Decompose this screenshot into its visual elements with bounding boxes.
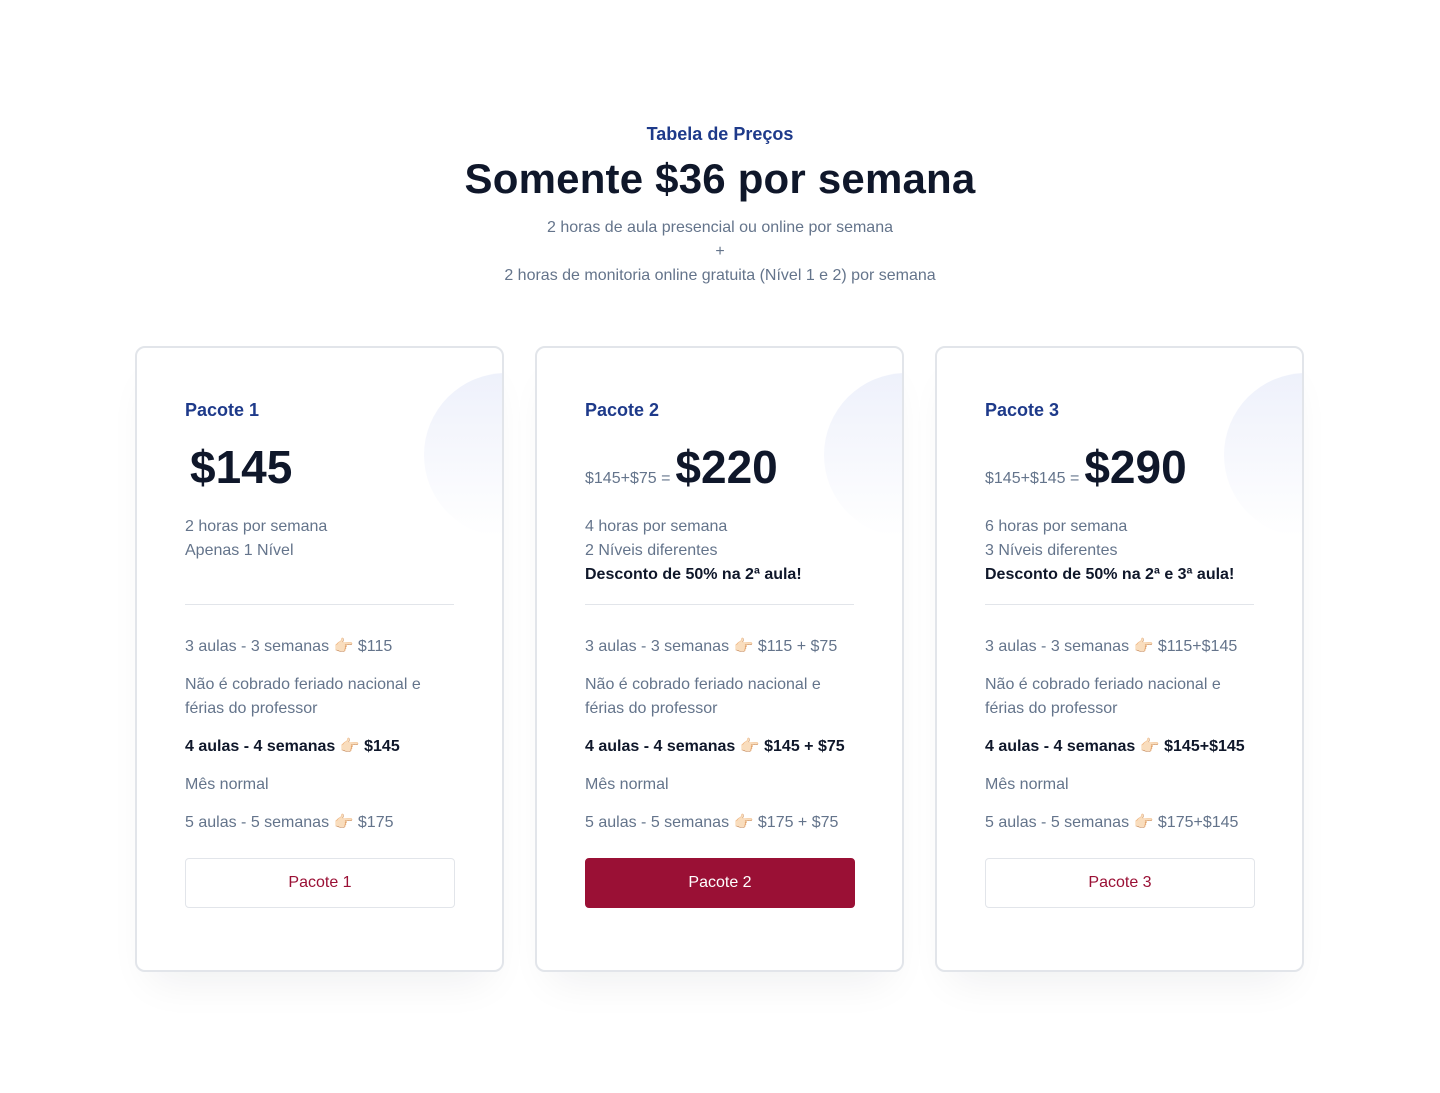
feature-item: Não é cobrado feriado nacional e férias … [185, 676, 421, 717]
select-pacote-3-button[interactable]: Pacote 3 [985, 858, 1255, 908]
subtitle-line-1: 2 horas de aula presencial ou online por… [546, 219, 893, 236]
plan-description-line-1: 2 horas por semana [185, 518, 328, 535]
plan-price: $290 [1084, 441, 1187, 493]
feature-item: 5 aulas - 5 semanas 👉🏻 $175+$145 [985, 814, 1239, 831]
feature-item: Não é cobrado feriado nacional e férias … [985, 676, 1221, 717]
plan-discount: Desconto de 50% na 2ª e 3ª aula! [985, 566, 1235, 583]
plan-description: 6 horas por semana 3 Níveis diferentes D… [985, 515, 1254, 587]
plan-price: $220 [675, 441, 778, 493]
price-row: $145 [185, 439, 454, 495]
page-title: Somente $36 por semana [464, 155, 976, 202]
divider [985, 604, 1254, 605]
plan-description-line-1: 6 horas por semana [985, 518, 1128, 535]
plan-discount: Desconto de 50% na 2ª aula! [585, 566, 802, 583]
plan-description-line-2: Apenas 1 Nível [185, 542, 294, 559]
pricing-card-pacote-2: Pacote 2 $145+$75 = $220 4 horas por sem… [535, 346, 904, 972]
plan-description-line-2: 2 Níveis diferentes [585, 542, 718, 559]
feature-item-highlight: 4 aulas - 4 semanas 👉🏻 $145+$145 [985, 738, 1245, 755]
feature-item: Mês normal [985, 776, 1069, 793]
subtitle-line-2: + [715, 243, 725, 260]
section-subtitle: 2 horas de aula presencial ou online por… [0, 216, 1440, 288]
feature-list: 3 aulas - 3 semanas 👉🏻 $115 + $75 Não é … [585, 635, 854, 835]
section-eyebrow: Tabela de Preços [646, 124, 794, 144]
plan-description: 2 horas por semana Apenas 1 Nível [185, 515, 454, 587]
plan-description-line-2: 3 Níveis diferentes [985, 542, 1118, 559]
divider [585, 604, 854, 605]
feature-list: 3 aulas - 3 semanas 👉🏻 $115 Não é cobrad… [185, 635, 454, 835]
pricing-header: Tabela de Preços Somente $36 por semana … [0, 0, 1440, 288]
subtitle-line-3: 2 horas de monitoria online gratuita (Ní… [504, 267, 936, 284]
plan-description: 4 horas por semana 2 Níveis diferentes D… [585, 515, 854, 587]
feature-item-highlight: 4 aulas - 4 semanas 👉🏻 $145 [185, 738, 400, 755]
feature-list: 3 aulas - 3 semanas 👉🏻 $115+$145 Não é c… [985, 635, 1254, 835]
price-prefix: $145+$75 = [585, 470, 671, 487]
feature-item-highlight: 4 aulas - 4 semanas 👉🏻 $145 + $75 [585, 738, 845, 755]
select-pacote-2-button[interactable]: Pacote 2 [585, 858, 855, 908]
pricing-card-pacote-3: Pacote 3 $145+$145 = $290 6 horas por se… [935, 346, 1304, 972]
price-row: $145+$75 = $220 [585, 439, 854, 495]
plan-name: Pacote 3 [985, 400, 1060, 420]
feature-item: 3 aulas - 3 semanas 👉🏻 $115 + $75 [585, 638, 838, 655]
select-pacote-1-button[interactable]: Pacote 1 [185, 858, 455, 908]
feature-item: 5 aulas - 5 semanas 👉🏻 $175 + $75 [585, 814, 839, 831]
plan-description-line-1: 4 horas por semana [585, 518, 728, 535]
price-prefix: $145+$145 = [985, 470, 1080, 487]
feature-item: Mês normal [185, 776, 269, 793]
price-row: $145+$145 = $290 [985, 439, 1254, 495]
pricing-card-pacote-1: Pacote 1 $145 2 horas por semana Apenas … [135, 346, 504, 972]
feature-item: 3 aulas - 3 semanas 👉🏻 $115+$145 [985, 638, 1238, 655]
feature-item: 3 aulas - 3 semanas 👉🏻 $115 [185, 638, 393, 655]
plan-price: $145 [190, 441, 293, 493]
feature-item: Não é cobrado feriado nacional e férias … [585, 676, 821, 717]
plan-name: Pacote 2 [585, 400, 660, 420]
feature-item: 5 aulas - 5 semanas 👉🏻 $175 [185, 814, 394, 831]
feature-item: Mês normal [585, 776, 669, 793]
divider [185, 604, 454, 605]
plan-name: Pacote 1 [185, 400, 260, 420]
pricing-cards: Pacote 1 $145 2 horas por semana Apenas … [135, 346, 1305, 972]
